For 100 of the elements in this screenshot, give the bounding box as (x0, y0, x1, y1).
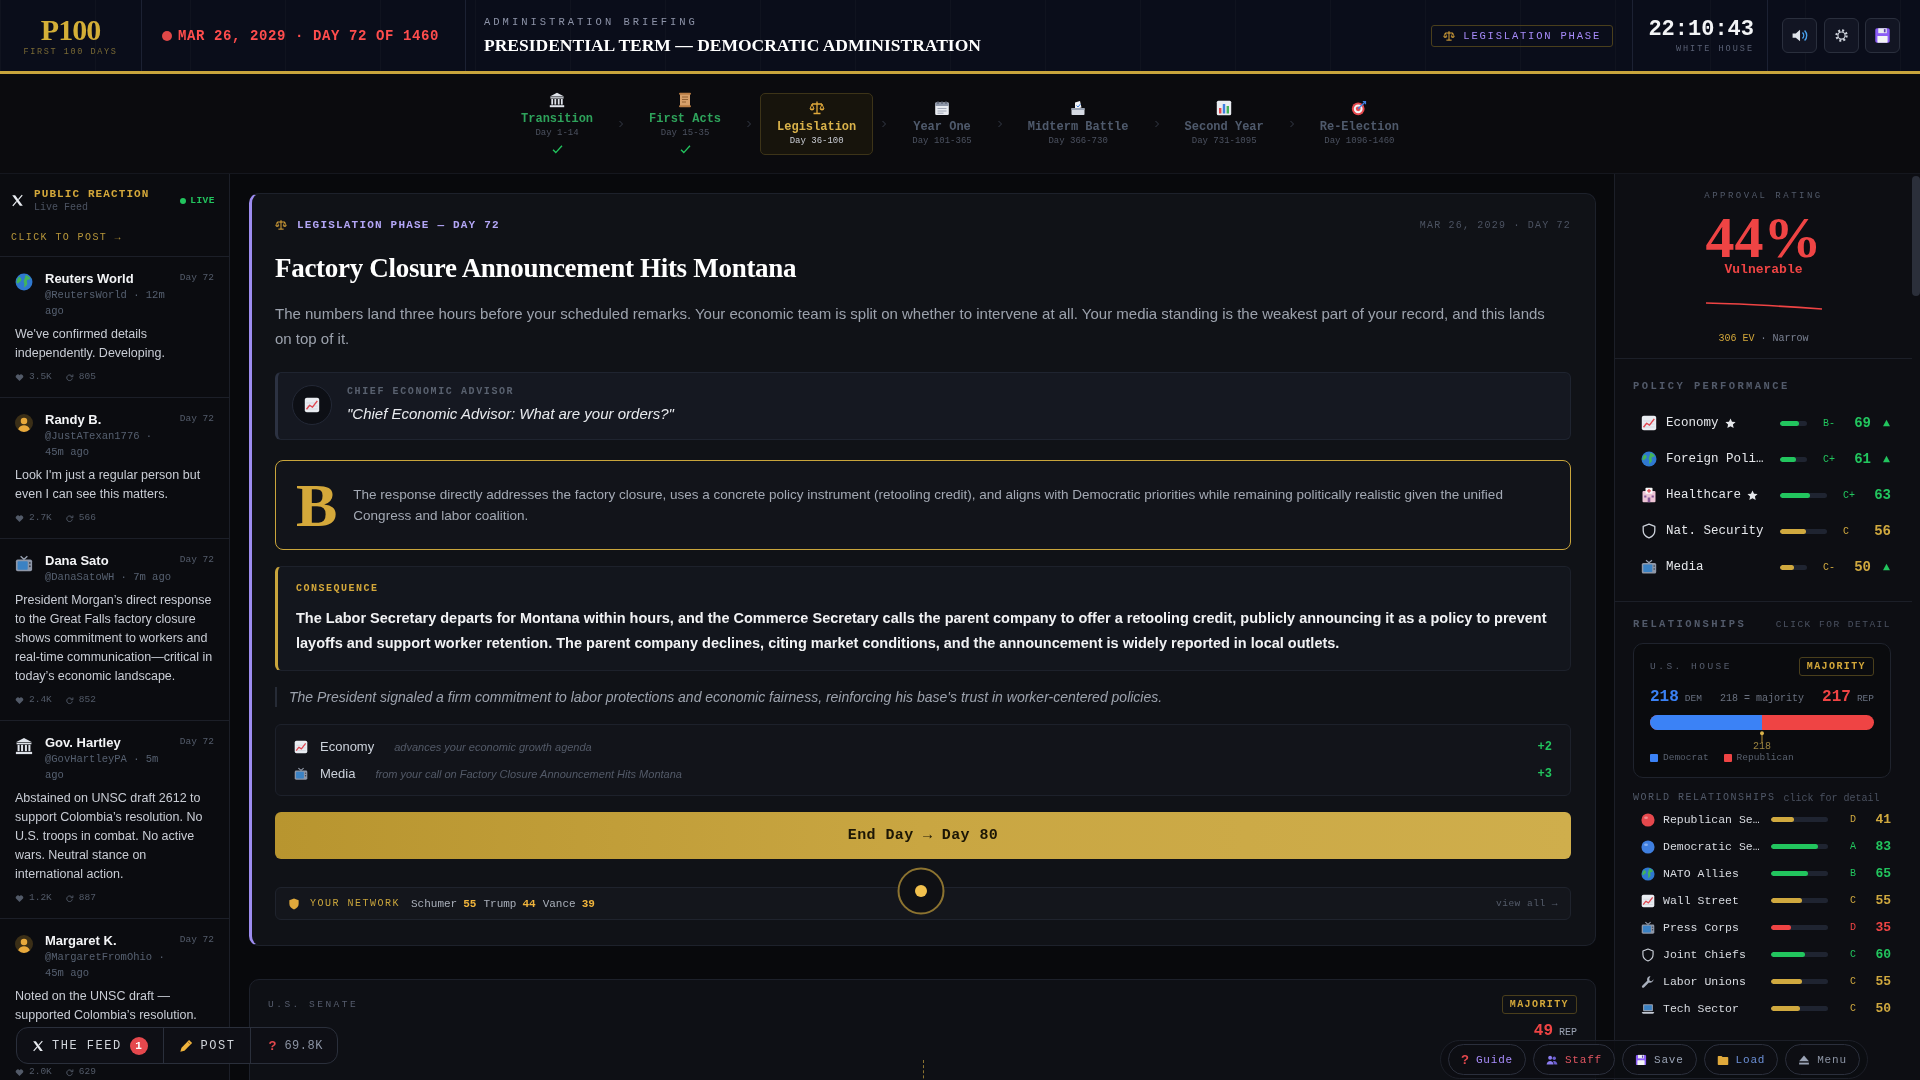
network-member: Trump (483, 897, 517, 910)
repost-count: 805 (78, 371, 96, 383)
shield-icon (288, 897, 300, 910)
phase-step[interactable]: First Acts Day 15-35 (632, 85, 739, 162)
save-button[interactable]: Save (1622, 1044, 1697, 1075)
party-dot-icon (1641, 839, 1655, 854)
feed-button[interactable]: THE FEED 1 (17, 1028, 163, 1063)
line-chart-icon (1641, 415, 1657, 431)
house-label: U.S. HOUSE (1650, 661, 1732, 672)
network-member: Schumer (411, 897, 458, 910)
network-score: 44 (522, 897, 536, 910)
settings-button[interactable] (1823, 18, 1859, 53)
folder-icon (1716, 1053, 1729, 1066)
dem-label: DEM (1684, 693, 1702, 704)
volume-button[interactable] (1782, 18, 1817, 53)
relationship-score: 55 (1874, 893, 1891, 908)
effect-delta: +3 (1537, 766, 1552, 781)
policy-grade: B- (1823, 417, 1836, 429)
save-game-button[interactable] (1865, 18, 1900, 53)
policy-name: Economy (1666, 416, 1719, 430)
post-author: Reuters World (45, 271, 135, 287)
policy-name: Nat. Security (1666, 524, 1764, 538)
network-member: Vance (542, 897, 576, 910)
feed-title: PUBLIC REACTION (34, 187, 151, 201)
live-label: LIVE (190, 195, 215, 206)
senate-label: U.S. SENATE (268, 999, 359, 1010)
electoral-votes: 306 EV (1718, 333, 1755, 345)
line-chart-icon (1641, 893, 1655, 908)
guide-button[interactable]: ? Guide (1448, 1044, 1526, 1075)
people-icon (1545, 1053, 1558, 1066)
scrollbar[interactable] (1912, 174, 1920, 1080)
pen-icon (178, 1038, 193, 1053)
post-handle: @DanaSatoWH · 7m ago (45, 570, 173, 585)
rep-label: REP (1559, 1027, 1577, 1038)
post-text: Abstained on UNSC draft 2612 to support Colombia’s resolution. No U.S. troops in combat. No active wars. Neutral stance on international action. (15, 790, 204, 883)
briefing-text: The numbers land three hours before your scheduled remarks. Your economic team is split on whether to intervene at all. Your media standing is the weakest part of your record, and this lands on top of it. (275, 304, 1546, 349)
record-dot-icon (162, 30, 172, 41)
briefing-date: MAR 26, 2029 · DAY 72 (1419, 219, 1571, 231)
end-day-button[interactable]: End Day → Day 80 (275, 812, 1571, 859)
post-link[interactable]: CLICK TO POST → (11, 232, 122, 243)
relationship-grade: C (1850, 1003, 1857, 1014)
heart-icon (15, 372, 24, 382)
phase-step[interactable]: Legislation Day 36-100 (760, 92, 874, 155)
volume-icon (1791, 27, 1808, 44)
scales-icon (1443, 29, 1456, 42)
marker-pin-icon (1758, 731, 1766, 743)
legend-swatch-icon (1650, 753, 1658, 762)
policy-score: 56 (1873, 523, 1891, 539)
majority-marker-label: 218 (1753, 741, 1771, 752)
policy-grade: C- (1823, 561, 1836, 573)
phase-step[interactable]: Transition Day 1-14 (504, 85, 611, 162)
points-button[interactable]: ? 69.8K (250, 1028, 337, 1063)
repost-icon (64, 513, 74, 523)
briefing-phase: LEGISLATION PHASE — DAY 72 (297, 219, 500, 231)
scales-icon (275, 219, 287, 231)
network-score: 55 (463, 897, 477, 910)
dem-seat-count: 218 (1650, 688, 1679, 706)
relationship-name: Tech Sector (1663, 1001, 1740, 1016)
post-author: Margaret K. (45, 933, 118, 949)
relationship-grade: A (1850, 841, 1857, 852)
post-button[interactable]: POST (162, 1028, 251, 1063)
scroll-icon (677, 92, 694, 108)
chevron-icon (617, 119, 626, 128)
relationship-score: 41 (1874, 812, 1891, 827)
relationship-grade: C (1850, 949, 1857, 960)
notification-badge: 1 (129, 1036, 148, 1055)
network-score: 39 (581, 897, 595, 910)
bar-chart-icon (1216, 99, 1233, 116)
repost-icon (64, 372, 74, 382)
briefing-title: Factory Closure Announcement Hits Montana (275, 252, 798, 284)
post-author: Dana Sato (45, 553, 110, 569)
post-handle: @GovHartleyPA · 5m ago (45, 752, 160, 783)
building-icon (549, 92, 566, 108)
section-title: POLICY PERFORMANCE (1633, 380, 1790, 392)
clock-location: WHITE HOUSE (1675, 44, 1754, 54)
relationship-name: Joint Chiefs (1663, 947, 1747, 962)
relationship-grade: D (1850, 814, 1857, 825)
relationship-score: 50 (1874, 1001, 1891, 1016)
eject-icon (1798, 1053, 1811, 1066)
consequence-text: The Labor Secretary departs for Montana within hours, and the Commerce Secretary calls the parent company to offer a retooling credit, publicly announcing it as a policy to prevent layoffs and support worker retention. The parent company declines, citing market conditions, and the announcement is widely reported in local outlets. (296, 609, 1548, 653)
relationship-score: 35 (1874, 920, 1891, 935)
relationship-score: 65 (1874, 866, 1891, 881)
relationship-name: Republican Se… (1663, 812, 1761, 827)
approval-status: Vulnerable (1724, 262, 1803, 278)
menu-button[interactable]: Menu (1785, 1044, 1860, 1075)
load-button[interactable]: Load (1703, 1044, 1779, 1075)
relationship-score: 83 (1874, 839, 1891, 854)
shield-icon (1641, 523, 1657, 539)
heart-icon (15, 1067, 24, 1077)
scrollbar-thumb[interactable] (1912, 176, 1920, 296)
repost-count: 887 (78, 892, 96, 904)
section-title: RELATIONSHIPS (1633, 618, 1747, 630)
consequence-label: CONSEQUENCE (296, 582, 380, 596)
post-text: President Morgan’s direct response to the Great Falls factory closure shows commitment to workers and real-time communication—critical in today’s economic landscape. (15, 592, 214, 685)
like-count: 1.2K (29, 892, 52, 904)
staff-button[interactable]: Staff (1532, 1044, 1615, 1075)
heart-icon (15, 893, 24, 903)
tv-icon (15, 555, 33, 573)
post-text: Noted on the UNSC draft — supported Colombia’s resolution. (15, 988, 198, 1024)
repost-icon (64, 1067, 74, 1077)
